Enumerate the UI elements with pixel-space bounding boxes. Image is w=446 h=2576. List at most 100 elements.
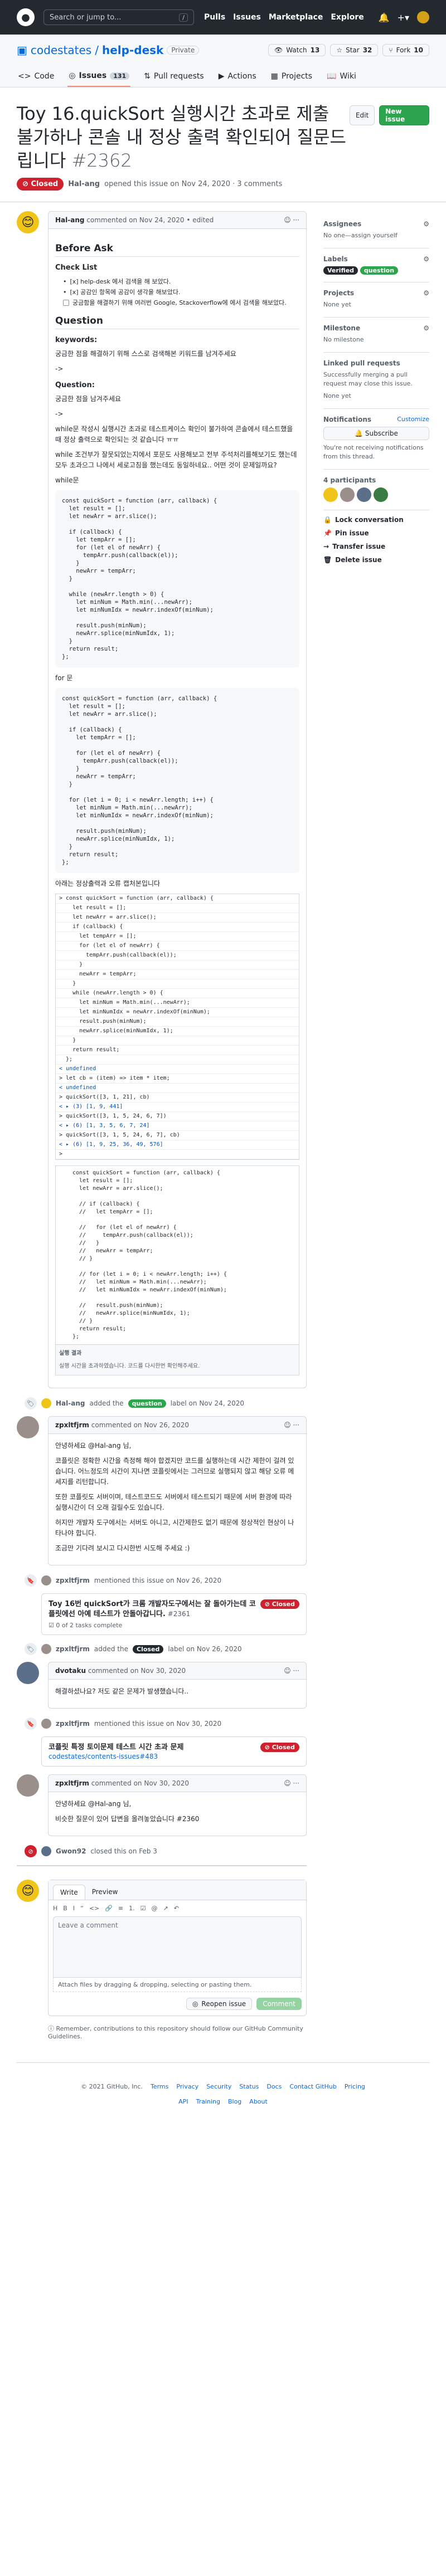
reference-icon[interactable]: ↗ [163, 1905, 168, 1912]
footer-link[interactable]: API [178, 2098, 188, 2105]
avatar[interactable] [17, 1416, 39, 1438]
lock-conversation[interactable]: 🔒 Lock conversation [323, 516, 429, 524]
customize-link[interactable]: Customize [397, 416, 429, 423]
avatar[interactable] [41, 1398, 51, 1408]
repo-owner-link[interactable]: codestates [31, 43, 91, 57]
label-question[interactable]: question [128, 1399, 166, 1408]
label-verified[interactable]: Verified [323, 266, 358, 275]
avatar[interactable] [17, 1774, 39, 1797]
comment-button[interactable]: Comment [256, 1998, 302, 2010]
tab-write[interactable]: Write [53, 1885, 85, 1900]
assignees-value[interactable]: No one—assign yourself [323, 231, 429, 240]
avatar[interactable] [41, 1644, 51, 1654]
more-icon[interactable]: ☺ ··· [284, 1421, 299, 1429]
nav-explore[interactable]: Explore [331, 13, 363, 22]
avatar[interactable] [41, 1846, 51, 1856]
watch-button[interactable]: 👁 Watch 13 [268, 44, 326, 56]
checkbox[interactable] [63, 300, 69, 306]
bell-icon[interactable]: 🔔 [379, 12, 390, 23]
tab-preview[interactable]: Preview [85, 1885, 125, 1900]
plus-icon[interactable]: +▾ [397, 12, 409, 23]
ordered-list-icon[interactable]: 1. [129, 1905, 135, 1912]
footer-link[interactable]: Blog [228, 2098, 241, 2105]
user-avatar[interactable] [417, 11, 429, 23]
footer-link[interactable]: Status [239, 2083, 259, 2090]
edit-button[interactable]: Edit [349, 105, 375, 125]
star-button[interactable]: ☆ Star 32 [330, 44, 379, 56]
avatar[interactable]: 😊 [17, 211, 39, 233]
avatar[interactable] [323, 487, 338, 502]
projects-value: None yet [323, 301, 351, 308]
avatar[interactable] [340, 487, 355, 502]
footer-link[interactable]: Privacy [176, 2083, 198, 2090]
tab-issues[interactable]: ◎ Issues 131 [67, 67, 131, 87]
reopen-issue-button[interactable]: ◎ Reopen issue [186, 1998, 253, 2010]
nav-marketplace[interactable]: Marketplace [269, 13, 323, 22]
referenced-issue[interactable]: 코플릿 특정 토이문제 테스트 시간 초과 문제 codestates/conte… [41, 1736, 307, 1767]
ref-title[interactable]: Toy 16번 quickSort가 크롬 개발자도구에서는 잘 돌아가는데 코… [49, 1600, 256, 1618]
issue-author[interactable]: Hal-ang [68, 180, 100, 188]
tab-wiki[interactable]: 📖 Wiki [326, 67, 357, 87]
avatar[interactable] [17, 1662, 39, 1684]
event-actor[interactable]: zpxltfjrm [56, 1720, 90, 1728]
nav-issues[interactable]: Issues [233, 13, 261, 22]
italic-icon[interactable]: I [73, 1905, 75, 1912]
label-closed[interactable]: Closed [133, 1645, 164, 1653]
reply-icon[interactable]: ↶ [174, 1905, 179, 1912]
fork-button[interactable]: ⑂ Fork 10 [382, 44, 429, 56]
comment-author[interactable]: Hal-ang [55, 216, 84, 224]
gear-icon[interactable]: ⚙ [423, 289, 429, 297]
attach-files[interactable]: Attach files by dragging & dropping, sel… [53, 1978, 302, 1992]
transfer-issue[interactable]: → Transfer issue [323, 543, 429, 550]
footer-link[interactable]: Security [206, 2083, 231, 2090]
label-question[interactable]: question [360, 266, 399, 275]
code-icon[interactable]: <> [89, 1905, 99, 1912]
bold-icon[interactable]: B [63, 1905, 67, 1912]
heading-icon[interactable]: H [53, 1905, 57, 1912]
search-input[interactable]: Search or jump to... / [43, 9, 194, 25]
avatar[interactable] [41, 1719, 51, 1729]
link-icon[interactable]: 🔗 [105, 1905, 113, 1912]
new-issue-button[interactable]: New issue [379, 105, 429, 125]
pin-issue[interactable]: 📌 Pin issue [323, 529, 429, 537]
event-actor[interactable]: zpxltfjrm [56, 1577, 90, 1584]
footer-link[interactable]: Terms [151, 2083, 168, 2090]
comment-author[interactable]: dvotaku [55, 1667, 86, 1675]
repo-name-link[interactable]: help-desk [102, 43, 163, 57]
footer-link[interactable]: Contact GitHub [289, 2083, 336, 2090]
comment-textarea[interactable]: Leave a comment [53, 1916, 302, 1978]
tab-pull-requests[interactable]: ⇅ Pull requests [143, 67, 205, 87]
tab-projects[interactable]: ▦ Projects [270, 67, 313, 87]
more-icon[interactable]: ☺ ··· [284, 1667, 299, 1675]
quote-icon[interactable]: “ [80, 1905, 84, 1912]
footer-link[interactable]: Docs [266, 2083, 282, 2090]
event-actor[interactable]: Gwon92 [56, 1847, 86, 1855]
task-list-icon[interactable]: ☑ [140, 1905, 146, 1912]
gear-icon[interactable]: ⚙ [423, 324, 429, 332]
footer-link[interactable]: Training [196, 2098, 220, 2105]
footer-link[interactable]: Pricing [345, 2083, 365, 2090]
avatar[interactable] [41, 1575, 51, 1585]
event-actor[interactable]: Hal-ang [56, 1399, 85, 1407]
mention-icon[interactable]: @ [152, 1905, 158, 1912]
subscribe-button[interactable]: 🔔 Subscribe [323, 427, 429, 440]
tab-code[interactable]: <> Code [17, 67, 55, 87]
avatar[interactable] [357, 487, 371, 502]
avatar[interactable] [374, 487, 388, 502]
nav-pulls[interactable]: Pulls [204, 13, 225, 22]
tab-actions[interactable]: ▶ Actions [217, 67, 258, 87]
referenced-issue[interactable]: Toy 16번 quickSort가 크롬 개발자도구에서는 잘 돌아가는데 코… [41, 1593, 307, 1635]
delete-issue[interactable]: 🗑 Delete issue [323, 556, 429, 564]
more-icon[interactable]: ☺ ··· [284, 216, 299, 224]
gear-icon[interactable]: ⚙ [423, 255, 429, 263]
github-logo-icon[interactable]: ● [17, 8, 35, 26]
list-icon[interactable]: ≡ [118, 1905, 123, 1912]
footer-link[interactable]: About [249, 2098, 268, 2105]
gear-icon[interactable]: ⚙ [423, 220, 429, 228]
ref-repo-link[interactable]: codestates/contents-issues#483 [49, 1753, 158, 1760]
comment-author[interactable]: zpxltfjrm [55, 1421, 89, 1429]
comment-author[interactable]: zpxltfjrm [55, 1779, 89, 1787]
more-icon[interactable]: ☺ ··· [284, 1779, 299, 1787]
event-actor[interactable]: zpxltfjrm [56, 1645, 90, 1653]
ref-title[interactable]: 코플릿 특정 토이문제 테스트 시간 초과 문제 [49, 1743, 183, 1753]
